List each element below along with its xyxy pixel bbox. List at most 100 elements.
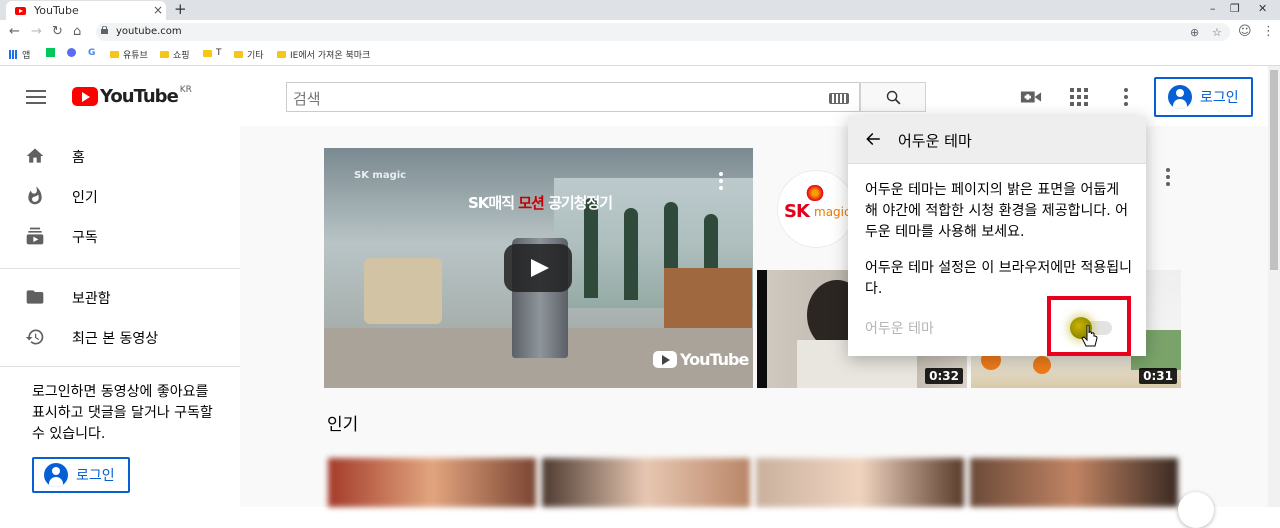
video-thumbnail[interactable] — [542, 458, 750, 507]
sidebar-item-subscriptions[interactable]: 구독 — [0, 216, 240, 256]
create-video-icon[interactable] — [1020, 88, 1042, 106]
channel-logo-main: SK — [784, 201, 810, 222]
new-tab-button[interactable]: + — [174, 0, 187, 18]
search-input[interactable]: 검색 — [286, 82, 860, 112]
sidebar-item-label: 인기 — [72, 190, 98, 206]
video-thumbnail[interactable] — [328, 458, 536, 507]
signin-button[interactable]: 로그인 — [1154, 77, 1253, 117]
guide-menu-icon[interactable] — [26, 90, 46, 108]
browser-tab[interactable]: YouTube × — [6, 1, 166, 20]
sidebar-divider — [0, 366, 240, 367]
account-avatar-icon — [44, 463, 68, 487]
sidebar-item-library[interactable]: 보관함 — [0, 277, 240, 317]
scrollbar-thumb[interactable] — [1270, 70, 1278, 270]
thumbnail-chair — [364, 258, 442, 324]
apps-grid-icon[interactable] — [1070, 88, 1088, 106]
bookmark-youtube-folder[interactable]: 유튜브 — [110, 48, 148, 61]
reload-icon[interactable]: ↻ — [52, 24, 63, 39]
bookmark-star-icon[interactable]: ☆ — [1212, 26, 1222, 39]
folder-icon — [277, 51, 286, 58]
sidebar-divider — [0, 268, 240, 269]
address-bar-row: ← → ↻ ⌂ youtube.com ⊕ ☆ ☺ ⋮ — [0, 20, 1280, 44]
sidebar-signin-button[interactable]: 로그인 — [32, 457, 130, 493]
daum-bookmark-icon[interactable] — [67, 48, 76, 57]
account-avatar-icon — [1168, 85, 1192, 109]
tab-title: YouTube — [34, 4, 79, 17]
tab-close-icon[interactable]: × — [153, 3, 163, 17]
video-duration: 0:32 — [925, 368, 963, 384]
profile-icon[interactable]: ☺ — [1238, 24, 1252, 39]
omnibox[interactable]: youtube.com ⊕ ☆ — [96, 23, 1230, 41]
region-code: KR — [179, 84, 192, 95]
bookmark-shopping-folder[interactable]: 쇼핑 — [160, 48, 190, 61]
more-options-icon[interactable] — [1124, 88, 1128, 106]
browser-menu-icon[interactable]: ⋮ — [1262, 24, 1275, 39]
youtube-watermark-icon — [653, 351, 677, 368]
page-scrollbar[interactable] — [1268, 66, 1280, 507]
back-arrow-icon[interactable]: ← — [9, 24, 20, 39]
hero-headline-post: 공기청정기 — [543, 194, 613, 212]
bookmark-label: 앱 — [22, 51, 31, 61]
video-thumbnail[interactable] — [970, 458, 1178, 507]
naver-bookmark-icon[interactable] — [46, 48, 55, 57]
sidebar: 홈 인기 구독 보관함 최근 본 동영상 로그인하면 동영상에 좋아요를 표시하… — [0, 126, 240, 507]
hero-headline-accent: 모션 — [518, 194, 545, 212]
minimize-button[interactable]: – — [1210, 2, 1216, 15]
popup-title: 어두운 테마 — [898, 132, 972, 150]
bookmarks-bar: 앱 G 유튜브 쇼핑 T 기타 IE에서 가져온 북마크 — [0, 44, 1280, 66]
bookmark-etc-folder[interactable]: 기타 — [234, 48, 264, 61]
shelf-next-button[interactable] — [1178, 492, 1214, 528]
zoom-icon[interactable]: ⊕ — [1190, 26, 1199, 39]
search-button[interactable] — [860, 82, 926, 112]
folder-icon — [26, 290, 44, 304]
watermark-text: YouTube — [680, 350, 749, 369]
bookmark-label: 기타 — [247, 51, 264, 61]
video-duration: 0:31 — [1139, 368, 1177, 384]
fire-icon — [28, 186, 42, 205]
hero-brand: SK magic — [354, 170, 407, 181]
thumbnail-ball — [1033, 356, 1051, 374]
channel-logo-sub: magic — [814, 205, 851, 219]
sidebar-item-trending[interactable]: 인기 — [0, 176, 240, 216]
bookmark-apps[interactable]: 앱 — [9, 48, 30, 61]
history-icon — [25, 329, 44, 345]
youtube-watermark: YouTube — [653, 350, 749, 369]
popup-header: 어두운 테마 — [848, 116, 1146, 164]
bookmark-label: T — [216, 48, 222, 58]
signin-prompt: 로그인하면 동영상에 좋아요를 표시하고 댓글을 달거나 구독할 수 있습니다. — [32, 384, 213, 442]
subscriptions-icon — [26, 227, 44, 245]
sk-happiness-logo-icon — [804, 185, 826, 201]
search-icon — [886, 90, 901, 105]
video-thumbnail[interactable] — [756, 458, 964, 507]
video-menu-icon[interactable] — [719, 172, 723, 193]
hero-headline-pre: SK매직 — [468, 194, 519, 212]
lock-icon — [101, 26, 108, 34]
home-browser-icon[interactable]: ⌂ — [73, 24, 81, 39]
youtube-logo[interactable]: YouTube KR — [72, 84, 192, 107]
channel-menu-icon[interactable] — [1166, 168, 1170, 189]
search-placeholder: 검색 — [293, 90, 321, 108]
bookmark-t-folder[interactable]: T — [203, 48, 222, 58]
thumbnail-tree — [584, 198, 598, 298]
apps-grid-icon — [9, 50, 18, 59]
sidebar-item-label: 최근 본 동영상 — [72, 331, 159, 347]
keyboard-icon[interactable] — [829, 93, 849, 104]
back-arrow-icon[interactable] — [864, 130, 882, 148]
sidebar-item-home[interactable]: 홈 — [0, 136, 240, 176]
play-button-icon[interactable] — [504, 244, 572, 292]
restore-button[interactable]: ❐ — [1230, 2, 1240, 15]
close-window-button[interactable]: ✕ — [1258, 2, 1267, 15]
url-text: youtube.com — [116, 26, 182, 37]
home-icon — [26, 148, 44, 163]
folder-icon — [110, 51, 119, 58]
bookmark-label: 유튜브 — [123, 51, 148, 61]
signin-label: 로그인 — [76, 468, 115, 484]
bookmark-label: IE에서 가져온 북마크 — [290, 51, 371, 61]
sidebar-item-history[interactable]: 최근 본 동영상 — [0, 317, 240, 357]
channel-logo[interactable]: SK magic — [777, 170, 855, 248]
bookmark-ie-folder[interactable]: IE에서 가져온 북마크 — [277, 48, 370, 61]
google-bookmark-icon[interactable]: G — [88, 48, 95, 58]
hero-headline: SK매직 모션 공기청정기 — [468, 192, 613, 213]
featured-video-thumbnail[interactable]: SK magic SK매직 모션 공기청정기 YouTube — [324, 148, 753, 388]
forward-arrow-icon[interactable]: → — [31, 24, 42, 39]
